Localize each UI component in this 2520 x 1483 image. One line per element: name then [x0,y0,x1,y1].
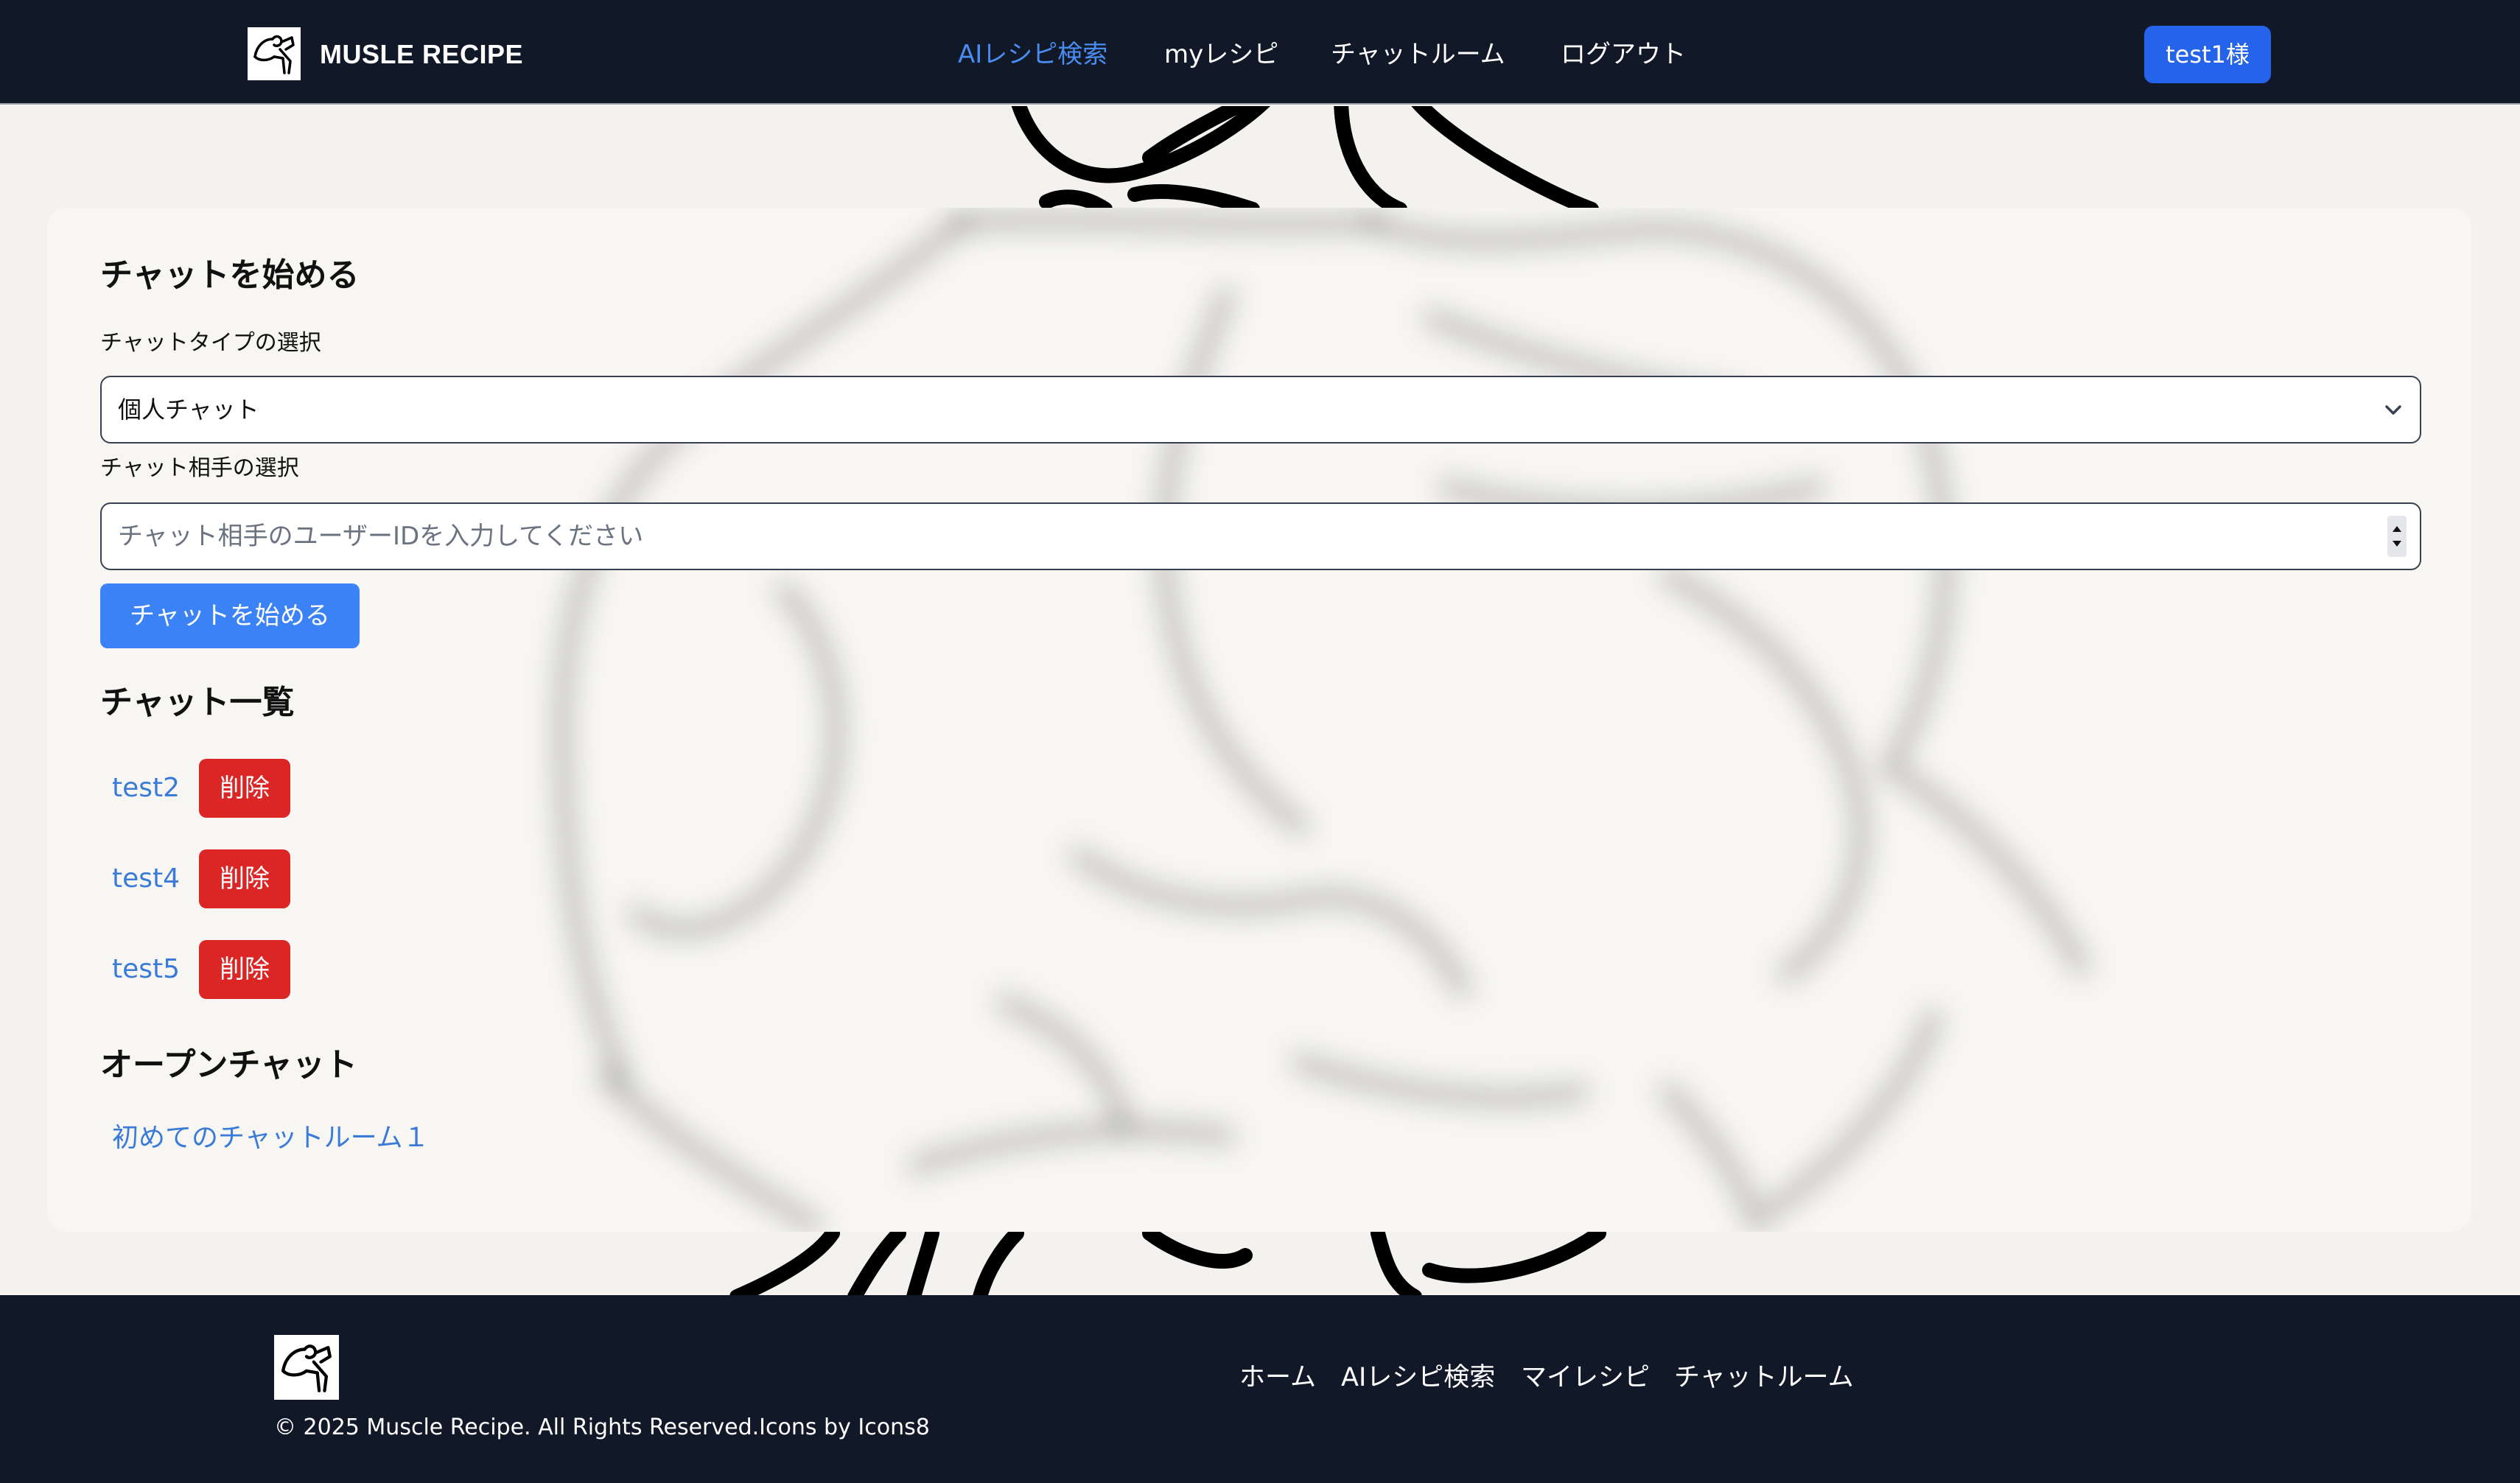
footer: © 2025 Muscle Recipe. All Rights Reserve… [0,1295,2520,1483]
partner-user-id-input[interactable]: チャット相手のユーザーIDを入力してください [100,502,2421,570]
chat-list-heading: チャット一覧 [100,684,295,721]
start-chat-heading: チャットを始める [100,256,360,294]
chevron-down-icon [2385,405,2401,415]
partner-input-placeholder: チャット相手のユーザーIDを入力してください [118,522,644,551]
chat-link[interactable]: test2 [112,759,180,818]
muscle-logo-icon[interactable] [274,1335,339,1400]
delete-chat-button[interactable]: 削除 [199,940,290,999]
open-chat-heading: オープンチャット [100,1046,357,1084]
chat-type-selected-value: 個人チャット [118,396,259,424]
nav-chat-room[interactable]: チャットルーム [1331,34,1505,75]
nav-ai-recipe-search[interactable]: AIレシピ検索 [958,34,1107,75]
top-navbar: MUSLE RECIPE AIレシピ検索 myレシピ チャットルーム ログアウト… [0,0,2520,105]
partner-label: チャット相手の選択 [100,455,299,481]
footer-link-home[interactable]: ホーム [1239,1357,1316,1398]
chat-link[interactable]: test5 [112,940,180,999]
muscle-logo-icon[interactable] [248,27,301,80]
start-chat-button[interactable]: チャットを始める [100,583,360,648]
nav-my-recipe[interactable]: myレシピ [1164,34,1278,75]
open-chat-link[interactable]: 初めてのチャットルーム１ [112,1120,430,1157]
chat-type-label: チャットタイプの選択 [100,330,321,356]
chat-panel: チャットを始める チャットタイプの選択 個人チャット チャット相手の選択 チャッ… [47,208,2471,1232]
delete-chat-button[interactable]: 削除 [199,849,290,908]
footer-link-chat-room[interactable]: チャットルーム [1674,1357,1854,1398]
chat-link[interactable]: test4 [112,849,180,908]
footer-link-my-recipe[interactable]: マイレシピ [1521,1357,1650,1398]
delete-chat-button[interactable]: 削除 [199,759,290,818]
footer-link-ai-recipe-search[interactable]: AIレシピ検索 [1341,1357,1495,1398]
chat-type-select[interactable]: 個人チャット [100,376,2421,444]
spinner-arrows-icon[interactable] [2387,516,2407,557]
nav-logout[interactable]: ログアウト [1561,34,1686,75]
copyright-text: © 2025 Muscle Recipe. All Rights Reserve… [274,1414,930,1440]
brand-name[interactable]: MUSLE RECIPE [320,37,523,72]
user-account-button[interactable]: test1様 [2144,26,2271,83]
